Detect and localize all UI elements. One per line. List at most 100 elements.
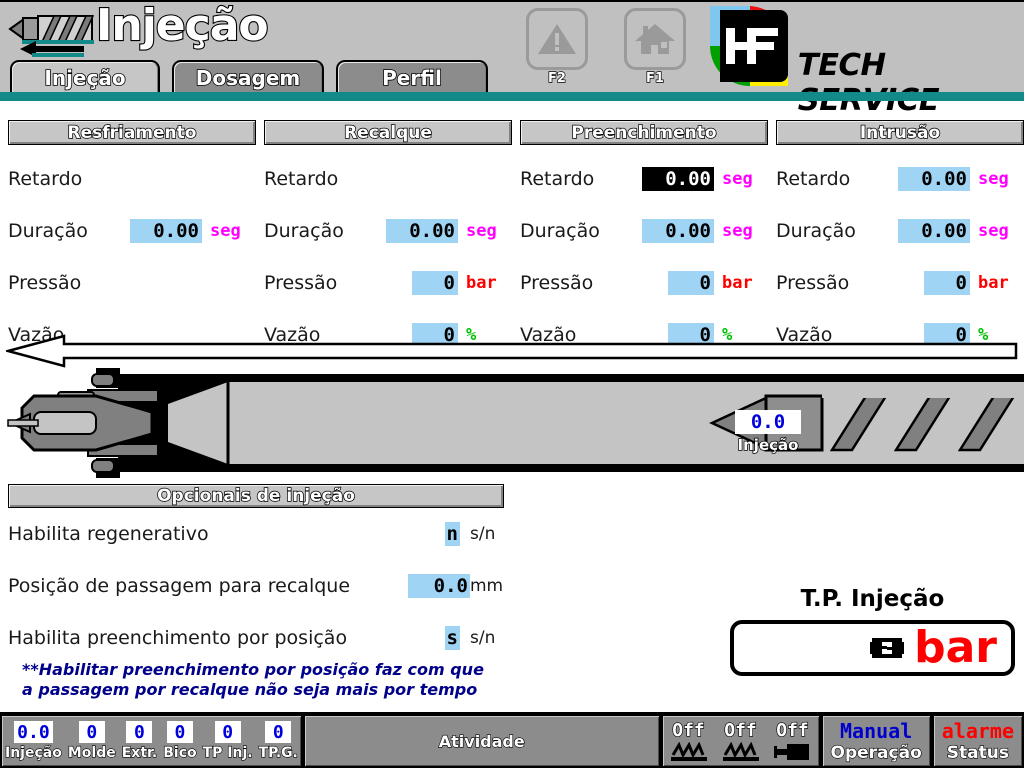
- option-number-value[interactable]: 0.0: [408, 574, 470, 598]
- back-arrow-icon: [20, 41, 84, 57]
- param-row: Duração 0.00 seg: [8, 205, 256, 257]
- param-unit: seg: [722, 221, 753, 241]
- tp-injecao-display[interactable]: bar: [730, 620, 1015, 676]
- param-value[interactable]: 0.00: [642, 219, 714, 243]
- status-mode-group[interactable]: Manual Operação: [820, 714, 932, 768]
- warning-triangle-icon: [538, 24, 576, 54]
- options-title: Opcionais de injeção: [8, 484, 504, 508]
- param-label: Duração: [8, 220, 88, 242]
- panel-title: Resfriamento: [8, 120, 256, 145]
- option-toggle-value[interactable]: s: [445, 626, 460, 650]
- param-row: Duração 0.00 seg: [776, 205, 1024, 257]
- option-unit: s/n: [470, 524, 496, 544]
- motor-icon: [773, 741, 813, 763]
- param-label: Retardo: [264, 168, 339, 190]
- panel-resfriamento: Resfriamento Retardo Duração 0.00 seg Pr…: [8, 120, 256, 361]
- output-heater-1[interactable]: Off: [663, 719, 715, 763]
- status-outputs-group: Off Off Off: [660, 714, 821, 768]
- param-label: Duração: [520, 220, 600, 242]
- injection-position-value: 0.0: [735, 410, 801, 434]
- param-row: Retardo 0.00 seg: [520, 153, 768, 205]
- option-row-preenchimento-posicao: Habilita preenchimento por posição s s/n: [8, 612, 504, 664]
- injection-position-label: Injeção: [737, 435, 799, 455]
- param-value[interactable]: 0.00: [898, 167, 970, 191]
- param-unit: seg: [978, 169, 1009, 189]
- param-row: Duração 0.00 seg: [520, 205, 768, 257]
- output-state: Off: [672, 719, 706, 741]
- tab-dosagem[interactable]: Dosagem: [172, 60, 324, 94]
- tab-bar: Injeção Dosagem Perfil: [10, 60, 488, 94]
- param-label: Duração: [776, 220, 856, 242]
- param-value[interactable]: 0.00: [386, 219, 458, 243]
- status-caption: TP.G.: [258, 744, 299, 761]
- status-item-molde[interactable]: 0 Molde: [65, 721, 119, 762]
- option-row-regenerativo: Habilita regenerativo n s/n: [8, 508, 504, 560]
- fkey-f1-label: F1: [645, 70, 664, 86]
- panel-preenchimento: Preenchimento Retardo 0.00 seg Duração 0…: [520, 120, 768, 361]
- output-state: Off: [724, 719, 758, 741]
- status-value: 0: [265, 721, 292, 743]
- param-value[interactable]: 0: [924, 271, 970, 295]
- fkey-f1[interactable]: F1: [622, 8, 688, 87]
- param-value[interactable]: 0.00: [898, 219, 970, 243]
- param-value[interactable]: 0: [412, 271, 458, 295]
- hf-logo-mark: [706, 4, 792, 88]
- status-activity: Atividade: [302, 714, 661, 768]
- param-row: Pressão 0 bar: [264, 257, 512, 309]
- status-item-tp-inj[interactable]: 0 TP Inj.: [200, 721, 256, 762]
- status-item-tp-g[interactable]: 0 TP.G.: [256, 721, 301, 762]
- param-unit: bar: [466, 273, 497, 293]
- left-arrow-icon: [6, 334, 1018, 368]
- status-item-injecao[interactable]: 0.0 Injeção: [2, 721, 65, 762]
- output-heater-2[interactable]: Off: [715, 719, 767, 763]
- page-title: Injeção: [95, 0, 270, 52]
- output-motor[interactable]: Off: [767, 719, 819, 763]
- param-value-focused[interactable]: 0.00: [642, 167, 714, 191]
- status-value: 0: [166, 721, 193, 743]
- param-label: Pressão: [8, 272, 82, 294]
- invalid-value-icon: [870, 638, 905, 658]
- machine-diagram: [7, 368, 1024, 478]
- option-unit: s/n: [470, 628, 496, 648]
- tp-injecao-panel: T.P. Injeção bar: [730, 586, 1015, 676]
- param-unit: seg: [466, 221, 497, 241]
- param-row: Retardo 0.00 seg: [776, 153, 1024, 205]
- option-row-posicao-passagem: Posição de passagem para recalque 0.0 mm: [8, 560, 504, 612]
- param-label: Pressão: [520, 272, 594, 294]
- status-alarm-group[interactable]: alarme Status: [931, 714, 1024, 768]
- param-unit: bar: [722, 273, 753, 293]
- option-label: Habilita regenerativo: [8, 523, 209, 545]
- option-label: Habilita preenchimento por posição: [8, 627, 348, 649]
- option-unit: mm: [470, 576, 504, 596]
- status-caption: Extr.: [121, 744, 158, 761]
- hmi-screen: Injeção Injeção Dosagem Perfil F2 F1 TEC…: [0, 0, 1024, 768]
- fkey-f2[interactable]: F2: [524, 8, 590, 87]
- param-label: Pressão: [776, 272, 850, 294]
- param-row: Retardo: [8, 153, 256, 205]
- status-item-bico[interactable]: 0 Bico: [160, 721, 199, 762]
- param-unit: seg: [722, 169, 753, 189]
- alarm-value: alarme: [941, 719, 1014, 743]
- param-value[interactable]: 0: [668, 271, 714, 295]
- heater-coil-icon: [721, 741, 761, 763]
- panel-intrusao: Intrusão Retardo 0.00 seg Duração 0.00 s…: [776, 120, 1024, 361]
- tab-perfil[interactable]: Perfil: [336, 60, 488, 94]
- accent-bar: [0, 92, 1024, 101]
- param-value[interactable]: 0.00: [130, 219, 202, 243]
- fkey-f2-label: F2: [547, 70, 566, 86]
- tab-injecao[interactable]: Injeção: [10, 60, 160, 94]
- param-unit: seg: [210, 221, 241, 241]
- status-bar: 0.0 Injeção 0 Molde 0 Extr. 0 Bico 0 TP …: [0, 712, 1024, 768]
- status-item-extr[interactable]: 0 Extr.: [119, 721, 161, 762]
- status-value: 0: [78, 721, 105, 743]
- heater-coil-icon: [669, 741, 709, 763]
- panel-title: Recalque: [264, 120, 512, 145]
- param-row: Duração 0.00 seg: [264, 205, 512, 257]
- options-note-line2: a passagem por recalque não seja mais po…: [22, 680, 478, 699]
- param-row: Retardo: [264, 153, 512, 205]
- option-toggle-value[interactable]: n: [445, 522, 460, 546]
- header: Injeção Injeção Dosagem Perfil F2 F1 TEC…: [0, 0, 1024, 118]
- tp-injecao-title: T.P. Injeção: [800, 586, 945, 612]
- mode-value: Manual: [840, 719, 913, 743]
- param-unit: bar: [978, 273, 1009, 293]
